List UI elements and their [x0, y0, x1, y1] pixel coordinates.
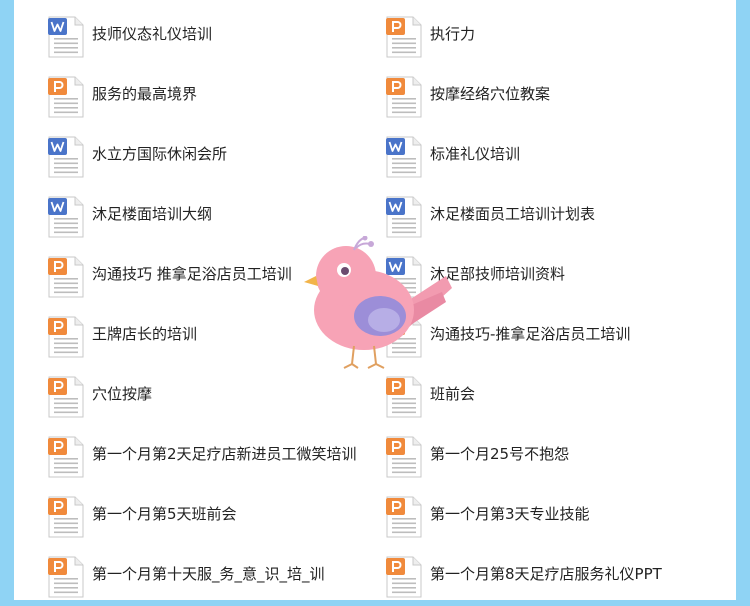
ppt-doc-icon [386, 16, 422, 58]
ppt-doc-icon [48, 436, 84, 478]
file-name: 第一个月第十天服_务_意_识_培_训 [92, 565, 325, 583]
file-item[interactable]: 技师仪态礼仪培训 [48, 16, 348, 66]
ppt-doc-icon [386, 556, 422, 598]
file-item[interactable]: 第一个月第8天足疗店服务礼仪PPT [386, 556, 686, 606]
file-name: 沐足部技师培训资料 [430, 265, 566, 283]
file-name: 第一个月25号不抱怨 [430, 445, 570, 463]
file-name: 沐足楼面培训大纲 [92, 205, 213, 223]
file-name: 第一个月第2天足疗店新进员工微笑培训 [92, 445, 357, 463]
file-name: 第一个月第8天足疗店服务礼仪PPT [430, 565, 662, 583]
file-name: 沟通技巧-推拿足浴店员工培训 [430, 325, 631, 343]
word-doc-icon [48, 196, 84, 238]
file-name: 技师仪态礼仪培训 [92, 25, 213, 43]
word-doc-icon [48, 16, 84, 58]
ppt-doc-icon [386, 76, 422, 118]
file-item[interactable]: 第一个月第2天足疗店新进员工微笑培训 [48, 436, 357, 486]
ppt-doc-icon [48, 256, 84, 298]
ppt-doc-icon [386, 436, 422, 478]
ppt-doc-icon [48, 376, 84, 418]
file-item[interactable]: 按摩经络穴位教案 [386, 76, 686, 126]
file-item[interactable]: 服务的最高境界 [48, 76, 348, 126]
bird-illustration [304, 236, 452, 369]
file-item[interactable]: 第一个月第十天服_务_意_识_培_训 [48, 556, 348, 606]
file-name: 执行力 [430, 25, 476, 43]
file-item[interactable]: 第一个月25号不抱怨 [386, 436, 686, 486]
file-name: 第一个月第3天专业技能 [430, 505, 590, 523]
file-name: 按摩经络穴位教案 [430, 85, 551, 103]
ppt-doc-icon [48, 316, 84, 358]
file-item[interactable]: 穴位按摩 [48, 376, 348, 426]
file-name: 班前会 [430, 385, 476, 403]
file-item[interactable]: 班前会 [386, 376, 686, 426]
ppt-doc-icon [48, 496, 84, 538]
ppt-doc-icon [386, 376, 422, 418]
file-item[interactable]: 标准礼仪培训 [386, 136, 686, 186]
file-name: 水立方国际休闲会所 [92, 145, 228, 163]
word-doc-icon [48, 136, 84, 178]
file-item[interactable]: 执行力 [386, 16, 686, 66]
file-item[interactable]: 水立方国际休闲会所 [48, 136, 348, 186]
file-item[interactable]: 第一个月第5天班前会 [48, 496, 348, 546]
ppt-doc-icon [48, 556, 84, 598]
ppt-doc-icon [386, 496, 422, 538]
file-item[interactable]: 第一个月第3天专业技能 [386, 496, 686, 546]
file-name: 穴位按摩 [92, 385, 153, 403]
file-name: 沐足楼面员工培训计划表 [430, 205, 596, 223]
word-doc-icon [386, 196, 422, 238]
file-name: 第一个月第5天班前会 [92, 505, 237, 523]
word-doc-icon [386, 136, 422, 178]
ppt-doc-icon [48, 76, 84, 118]
file-name: 标准礼仪培训 [430, 145, 521, 163]
file-name: 服务的最高境界 [92, 85, 198, 103]
